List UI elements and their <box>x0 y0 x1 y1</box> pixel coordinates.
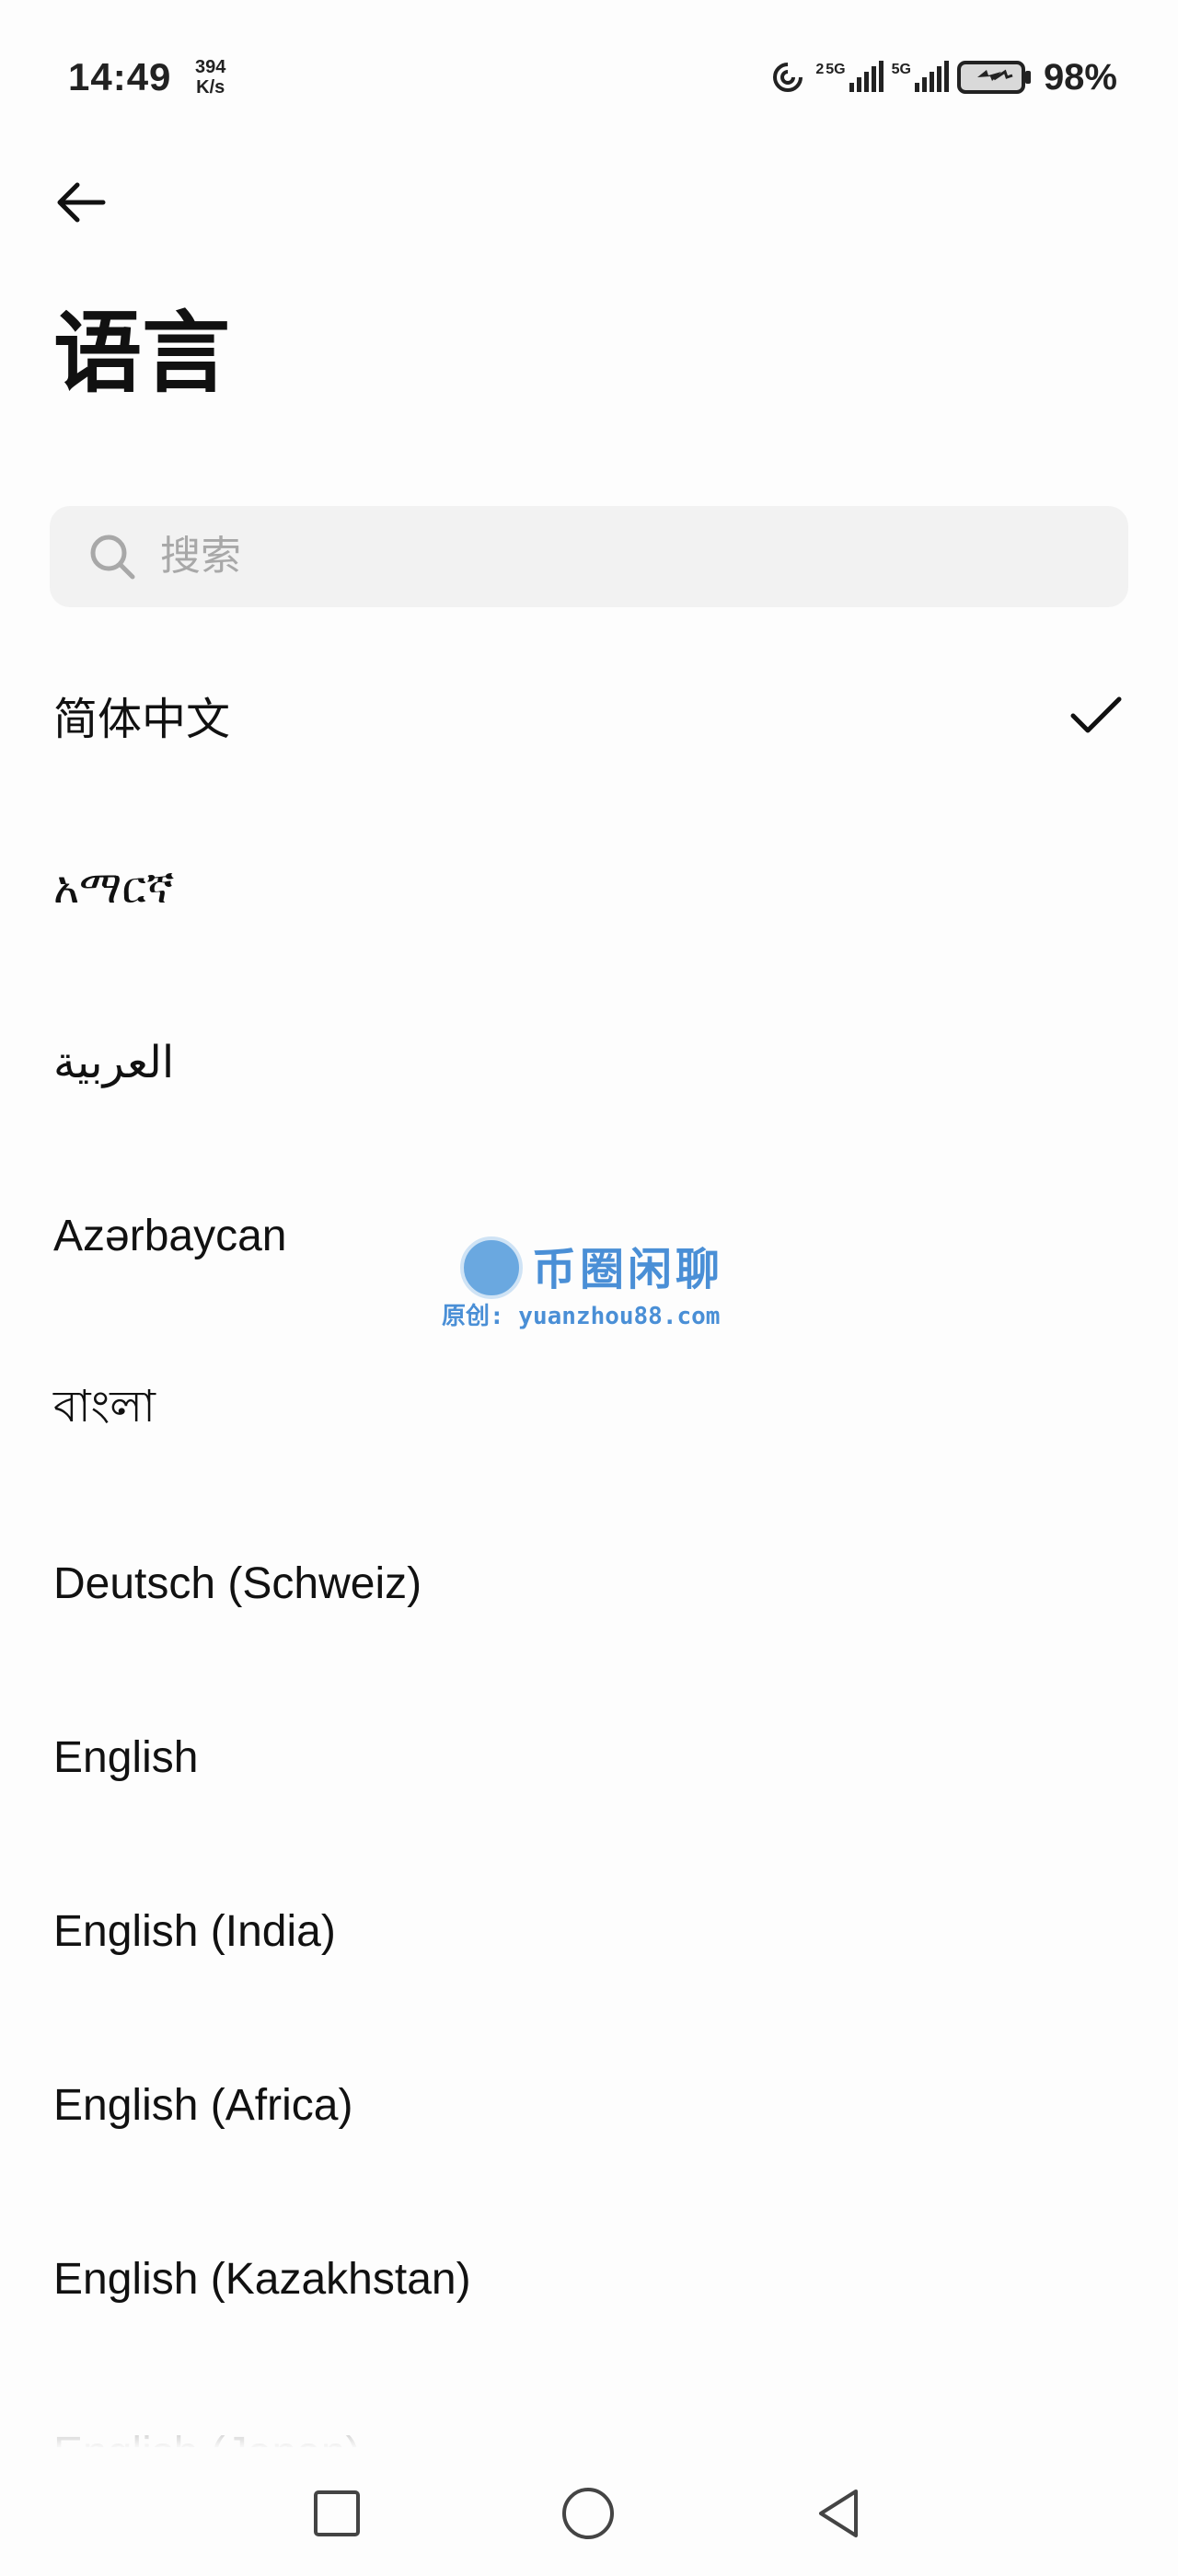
search-input[interactable] <box>158 533 990 581</box>
signal-bars-icon <box>913 61 950 94</box>
search-icon <box>88 533 136 581</box>
language-label: 简体中文 <box>53 695 231 744</box>
language-label: العربية <box>53 1038 175 1087</box>
system-nav-bar <box>0 2447 1178 2576</box>
check-icon <box>1068 686 1125 743</box>
search-bar[interactable] <box>50 506 1128 607</box>
language-item-de-ch[interactable]: Deutsch (Schweiz) <box>0 1497 1178 1671</box>
language-label: বাংলা <box>53 1383 156 1432</box>
back-button[interactable] <box>50 171 112 234</box>
sim2-network: 5G <box>891 62 911 77</box>
battery-percent: 98% <box>1043 56 1117 98</box>
language-label: English (Kazakhstan) <box>53 2255 471 2304</box>
language-item-zh-hans[interactable]: 简体中文 <box>0 627 1178 801</box>
sim1-signal: 2 5G <box>815 61 884 94</box>
language-item-bn[interactable]: বাংলা <box>0 1323 1178 1497</box>
sim1-network: 5G <box>826 62 846 77</box>
nav-recents-button[interactable] <box>304 2480 370 2547</box>
language-item-en-in[interactable]: English (India) <box>0 1845 1178 2018</box>
network-speed: 394 K/s <box>195 57 225 98</box>
language-label: English <box>53 1733 199 1782</box>
status-icons: 2 5G 5G 98% <box>768 55 1117 99</box>
arrow-left-icon <box>57 182 106 223</box>
page-title: 语言 <box>53 305 230 403</box>
language-label: English (India) <box>53 1907 336 1956</box>
signal-bars-icon <box>848 61 884 94</box>
triangle-left-icon <box>819 2490 858 2537</box>
nav-back-button[interactable] <box>806 2480 872 2547</box>
language-item-az[interactable]: Azərbaycan <box>0 1149 1178 1323</box>
hotspot-link-icon <box>768 59 808 96</box>
language-item-en-jp[interactable]: English (Japan) <box>0 2366 1178 2449</box>
network-speed-value: 394 <box>195 57 226 77</box>
battery-charging-icon <box>956 59 1033 96</box>
network-speed-unit: K/s <box>196 77 225 98</box>
language-label: Azərbaycan <box>53 1212 287 1260</box>
status-time: 14:49 <box>68 55 172 98</box>
square-icon <box>314 2490 360 2536</box>
language-label: English (Japan) <box>53 2428 361 2449</box>
language-list: 简体中文 አማርኛ العربية Azərbaycan বাংলা Deuts… <box>0 627 1178 2449</box>
language-label: English (Africa) <box>53 2081 353 2130</box>
language-label: Deutsch (Schweiz) <box>53 1559 422 1608</box>
language-item-am[interactable]: አማርኛ <box>0 801 1178 975</box>
status-bar: 14:49 394 K/s 2 5G 5G 98% <box>0 0 1178 156</box>
nav-home-button[interactable] <box>555 2480 621 2547</box>
language-item-ar[interactable]: العربية <box>0 975 1178 1149</box>
language-item-en-africa[interactable]: English (Africa) <box>0 2018 1178 2192</box>
sim1-label: 2 <box>815 62 825 77</box>
language-label: አማርኛ <box>53 863 175 913</box>
circle-icon <box>562 2488 614 2539</box>
language-item-en-kz[interactable]: English (Kazakhstan) <box>0 2192 1178 2366</box>
language-item-en[interactable]: English <box>0 1671 1178 1845</box>
sim2-signal: 5G <box>892 61 950 94</box>
